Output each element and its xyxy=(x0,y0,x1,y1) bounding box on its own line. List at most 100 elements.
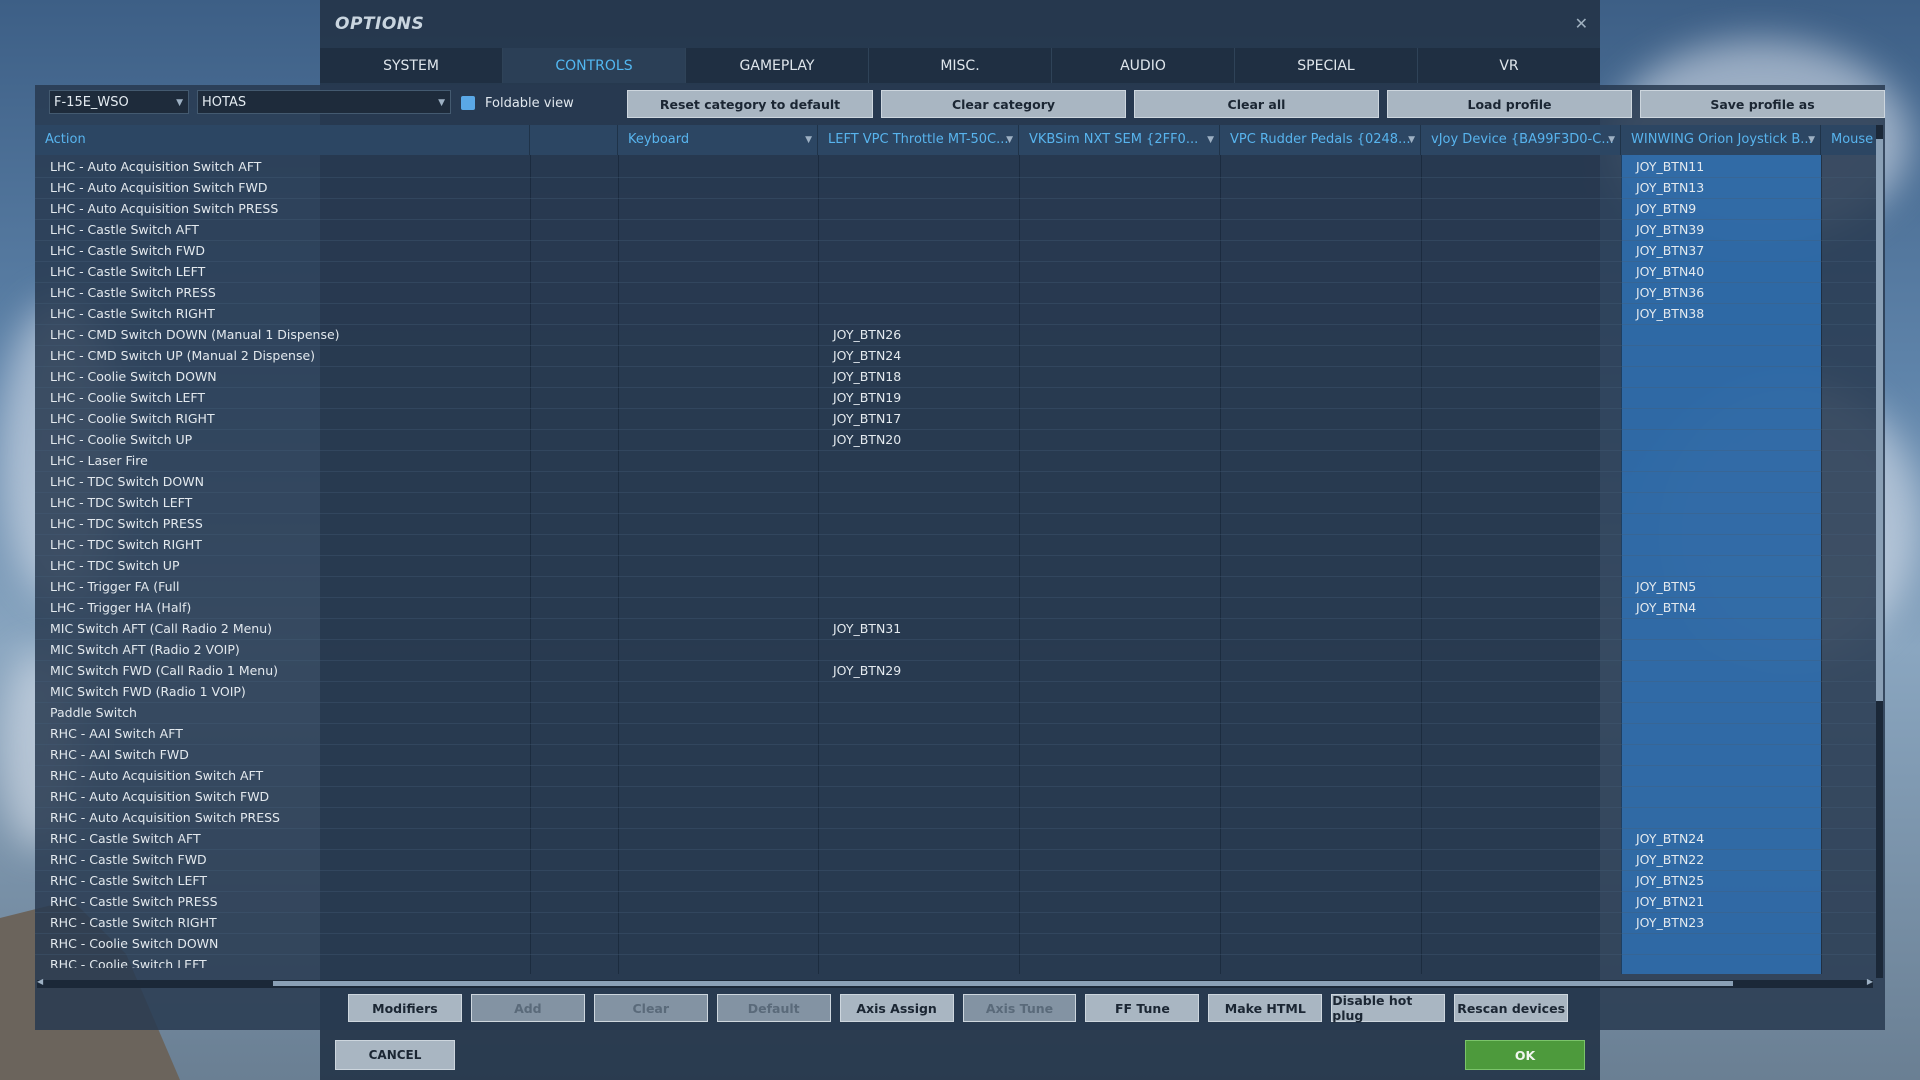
table-row[interactable]: LHC - TDC Switch UP xyxy=(35,556,1878,577)
left-vpc-cell[interactable] xyxy=(818,514,1019,535)
category-select[interactable]: HOTAS ▼ xyxy=(197,90,451,114)
left-vpc-cell[interactable] xyxy=(818,934,1019,955)
winwing-cell[interactable] xyxy=(1621,556,1821,577)
arrow-left-icon[interactable]: ◀ xyxy=(37,977,43,986)
action-cell[interactable]: MIC Switch FWD (Radio 1 VOIP) xyxy=(35,682,530,703)
ff-tune-button[interactable]: FF Tune xyxy=(1085,994,1200,1022)
winwing-cell[interactable] xyxy=(1621,388,1821,409)
table-row[interactable]: RHC - Castle Switch RIGHT JOY_BTN23 xyxy=(35,913,1878,934)
column-header-vkbsim[interactable]: VKBSim NXT SEM {2FF0... ▼ xyxy=(1019,125,1220,155)
left-vpc-cell[interactable]: JOY_BTN19 xyxy=(818,388,1019,409)
action-cell[interactable]: MIC Switch AFT (Radio 2 VOIP) xyxy=(35,640,530,661)
table-row[interactable]: Paddle Switch xyxy=(35,703,1878,724)
winwing-cell[interactable]: JOY_BTN23 xyxy=(1621,913,1821,934)
table-row[interactable]: RHC - Castle Switch LEFT JOY_BTN25 xyxy=(35,871,1878,892)
modifiers-button[interactable]: Modifiers xyxy=(348,994,462,1022)
table-row[interactable]: LHC - Castle Switch PRESS JOY_BTN36 xyxy=(35,283,1878,304)
table-row[interactable]: LHC - Coolie Switch RIGHT JOY_BTN17 xyxy=(35,409,1878,430)
clear-button[interactable]: Clear xyxy=(593,994,708,1022)
table-row[interactable]: LHC - Castle Switch AFT JOY_BTN39 xyxy=(35,220,1878,241)
horizontal-scrollbar[interactable]: ◀ ▶ xyxy=(37,977,1873,988)
table-row[interactable]: RHC - AAI Switch FWD xyxy=(35,745,1878,766)
action-cell[interactable]: MIC Switch AFT (Call Radio 2 Menu) xyxy=(35,619,530,640)
action-cell[interactable]: LHC - TDC Switch PRESS xyxy=(35,514,530,535)
table-row[interactable]: LHC - CMD Switch UP (Manual 2 Dispense) J… xyxy=(35,346,1878,367)
winwing-cell[interactable] xyxy=(1621,682,1821,703)
action-cell[interactable]: Paddle Switch xyxy=(35,703,530,724)
chevron-down-icon[interactable]: ▼ xyxy=(1608,125,1615,155)
left-vpc-cell[interactable] xyxy=(818,598,1019,619)
winwing-cell[interactable]: JOY_BTN11 xyxy=(1621,157,1821,178)
table-row[interactable]: RHC - Castle Switch PRESS JOY_BTN21 xyxy=(35,892,1878,913)
winwing-cell[interactable] xyxy=(1621,640,1821,661)
action-cell[interactable]: LHC - Trigger FA (Full xyxy=(35,577,530,598)
left-vpc-cell[interactable]: JOY_BTN18 xyxy=(818,367,1019,388)
table-row[interactable]: LHC - Coolie Switch LEFT JOY_BTN19 xyxy=(35,388,1878,409)
action-cell[interactable]: LHC - Auto Acquisition Switch PRESS xyxy=(35,199,530,220)
winwing-cell[interactable]: JOY_BTN37 xyxy=(1621,241,1821,262)
left-vpc-cell[interactable] xyxy=(818,787,1019,808)
action-cell[interactable]: LHC - Auto Acquisition Switch FWD xyxy=(35,178,530,199)
left-vpc-cell[interactable] xyxy=(818,493,1019,514)
action-cell[interactable]: LHC - Laser Fire xyxy=(35,451,530,472)
left-vpc-cell[interactable] xyxy=(818,157,1019,178)
left-vpc-cell[interactable] xyxy=(818,472,1019,493)
winwing-cell[interactable]: JOY_BTN4 xyxy=(1621,598,1821,619)
winwing-cell[interactable] xyxy=(1621,367,1821,388)
column-header-winwing[interactable]: WINWING Orion Joystick B... ▼ xyxy=(1621,125,1821,155)
left-vpc-cell[interactable] xyxy=(818,241,1019,262)
chevron-down-icon[interactable]: ▼ xyxy=(1408,125,1415,155)
table-row[interactable]: LHC - TDC Switch DOWN xyxy=(35,472,1878,493)
foldable-view-checkbox[interactable] xyxy=(461,96,475,110)
axis-assign-button[interactable]: Axis Assign xyxy=(839,994,954,1022)
left-vpc-cell[interactable] xyxy=(818,703,1019,724)
table-row[interactable]: LHC - Trigger HA (Half) JOY_BTN4 xyxy=(35,598,1878,619)
add-button[interactable]: Add xyxy=(470,994,585,1022)
table-row[interactable]: LHC - Castle Switch RIGHT JOY_BTN38 xyxy=(35,304,1878,325)
left-vpc-cell[interactable]: JOY_BTN24 xyxy=(818,346,1019,367)
left-vpc-cell[interactable] xyxy=(818,829,1019,850)
axis-tune-button[interactable]: Axis Tune xyxy=(962,994,1077,1022)
action-cell[interactable]: LHC - Castle Switch LEFT xyxy=(35,262,530,283)
winwing-cell[interactable]: JOY_BTN22 xyxy=(1621,850,1821,871)
action-cell[interactable]: LHC - TDC Switch RIGHT xyxy=(35,535,530,556)
left-vpc-cell[interactable]: JOY_BTN29 xyxy=(818,661,1019,682)
action-cell[interactable]: RHC - Castle Switch RIGHT xyxy=(35,913,530,934)
action-cell[interactable]: LHC - CMD Switch DOWN (Manual 1 Dispense… xyxy=(35,325,530,346)
action-cell[interactable]: LHC - Castle Switch RIGHT xyxy=(35,304,530,325)
action-cell[interactable]: LHC - TDC Switch DOWN xyxy=(35,472,530,493)
left-vpc-cell[interactable] xyxy=(818,850,1019,871)
chevron-down-icon[interactable]: ▼ xyxy=(1006,125,1013,155)
action-cell[interactable]: LHC - Coolie Switch RIGHT xyxy=(35,409,530,430)
left-vpc-cell[interactable] xyxy=(818,283,1019,304)
disable-hot-plug-button[interactable]: Disable hot plug xyxy=(1331,993,1446,1023)
action-cell[interactable]: LHC - Coolie Switch LEFT xyxy=(35,388,530,409)
winwing-cell[interactable] xyxy=(1621,514,1821,535)
action-cell[interactable]: RHC - Castle Switch AFT xyxy=(35,829,530,850)
table-row[interactable]: LHC - Coolie Switch DOWN JOY_BTN18 xyxy=(35,367,1878,388)
table-row[interactable]: RHC - AAI Switch AFT xyxy=(35,724,1878,745)
left-vpc-cell[interactable] xyxy=(818,955,1019,968)
horizontal-scroll-thumb[interactable] xyxy=(273,981,1733,986)
chevron-down-icon[interactable]: ▼ xyxy=(805,125,812,155)
table-row[interactable]: LHC - Coolie Switch UP JOY_BTN20 xyxy=(35,430,1878,451)
column-header-mouse[interactable]: Mouse xyxy=(1821,125,1878,155)
action-cell[interactable]: LHC - Castle Switch AFT xyxy=(35,220,530,241)
winwing-cell[interactable] xyxy=(1621,619,1821,640)
action-cell[interactable]: RHC - Auto Acquisition Switch PRESS xyxy=(35,808,530,829)
winwing-cell[interactable] xyxy=(1621,766,1821,787)
action-cell[interactable]: LHC - Coolie Switch UP xyxy=(35,430,530,451)
table-row[interactable]: LHC - Laser Fire xyxy=(35,451,1878,472)
action-cell[interactable]: RHC - Auto Acquisition Switch AFT xyxy=(35,766,530,787)
winwing-cell[interactable] xyxy=(1621,430,1821,451)
left-vpc-cell[interactable] xyxy=(818,220,1019,241)
table-row[interactable]: MIC Switch AFT (Radio 2 VOIP) xyxy=(35,640,1878,661)
table-row[interactable]: LHC - Auto Acquisition Switch AFT JOY_BTN… xyxy=(35,157,1878,178)
rescan-devices-button[interactable]: Rescan devices xyxy=(1454,994,1569,1022)
load-profile-button[interactable]: Load profile xyxy=(1387,90,1632,118)
table-row[interactable]: LHC - CMD Switch DOWN (Manual 1 Dispense… xyxy=(35,325,1878,346)
winwing-cell[interactable]: JOY_BTN21 xyxy=(1621,892,1821,913)
table-row[interactable]: MIC Switch AFT (Call Radio 2 Menu) JOY_BT… xyxy=(35,619,1878,640)
left-vpc-cell[interactable] xyxy=(818,892,1019,913)
table-row[interactable]: LHC - TDC Switch LEFT xyxy=(35,493,1878,514)
